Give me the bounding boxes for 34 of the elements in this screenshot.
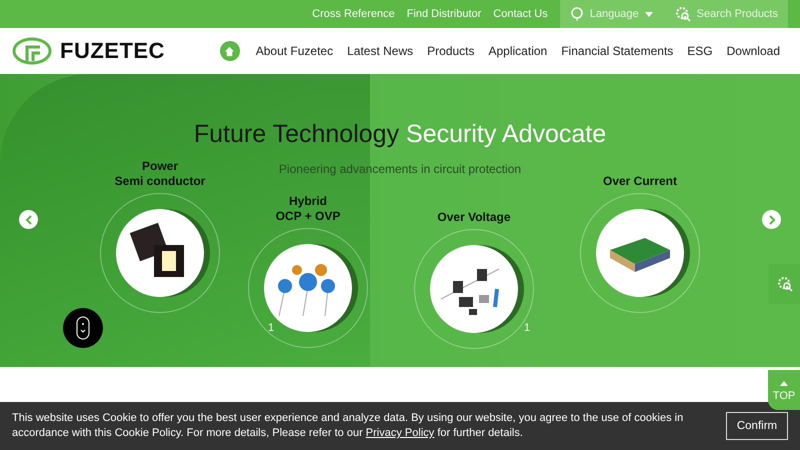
nav-link[interactable]: About Fuzetec [254, 44, 336, 58]
home-icon [224, 46, 236, 56]
product-ring[interactable] [580, 193, 700, 313]
logo-text: FUZETEC [60, 38, 165, 64]
confirm-button[interactable]: Confirm [726, 412, 788, 440]
chevron-right-icon [768, 214, 776, 224]
product-label: Hybrid OCP + OVP [276, 194, 340, 224]
gear-search-icon [776, 276, 792, 292]
slide-number: 1 [524, 322, 530, 334]
product-label: Over Voltage [437, 210, 511, 225]
caret-icon [644, 12, 653, 16]
product-label: Power Semi conductor [114, 159, 206, 189]
chevron-left-icon [24, 214, 32, 224]
logo-icon [12, 37, 52, 65]
triangle-up-icon [780, 381, 788, 386]
nav-link[interactable]: Application [486, 44, 550, 58]
privacy-policy-link[interactable]: Privacy Policy [366, 427, 434, 439]
nav-link[interactable]: Products [425, 44, 476, 58]
globe-icon [570, 7, 584, 21]
nav-link[interactable]: Financial Statements [559, 44, 676, 58]
slide-number: 1 [268, 322, 274, 334]
product-ring[interactable] [414, 229, 534, 349]
gear-search-icon [674, 6, 691, 22]
side-search-button[interactable] [769, 264, 800, 304]
nav-link[interactable]: ESG [685, 44, 715, 58]
nav-link[interactable]: Latest News [345, 44, 416, 58]
cookie-notice: This website uses Cookie to offer you the best user experience and analyze data. By using our website, you agree to the use of cookies in accordance with this Cookie Policy. For more details, Please refer to our Privacy Policy for further details. [12, 411, 684, 441]
hero-title: Future Technology Security Advocate [192, 120, 608, 149]
mouse-icon [76, 316, 90, 340]
product-label: Over Current [602, 174, 678, 189]
nav-link[interactable]: Download [724, 44, 782, 58]
hero-subtitle: Pioneering advancements in circuit protection [278, 162, 522, 176]
product-ring[interactable] [248, 228, 368, 348]
product-ring[interactable] [100, 193, 220, 313]
